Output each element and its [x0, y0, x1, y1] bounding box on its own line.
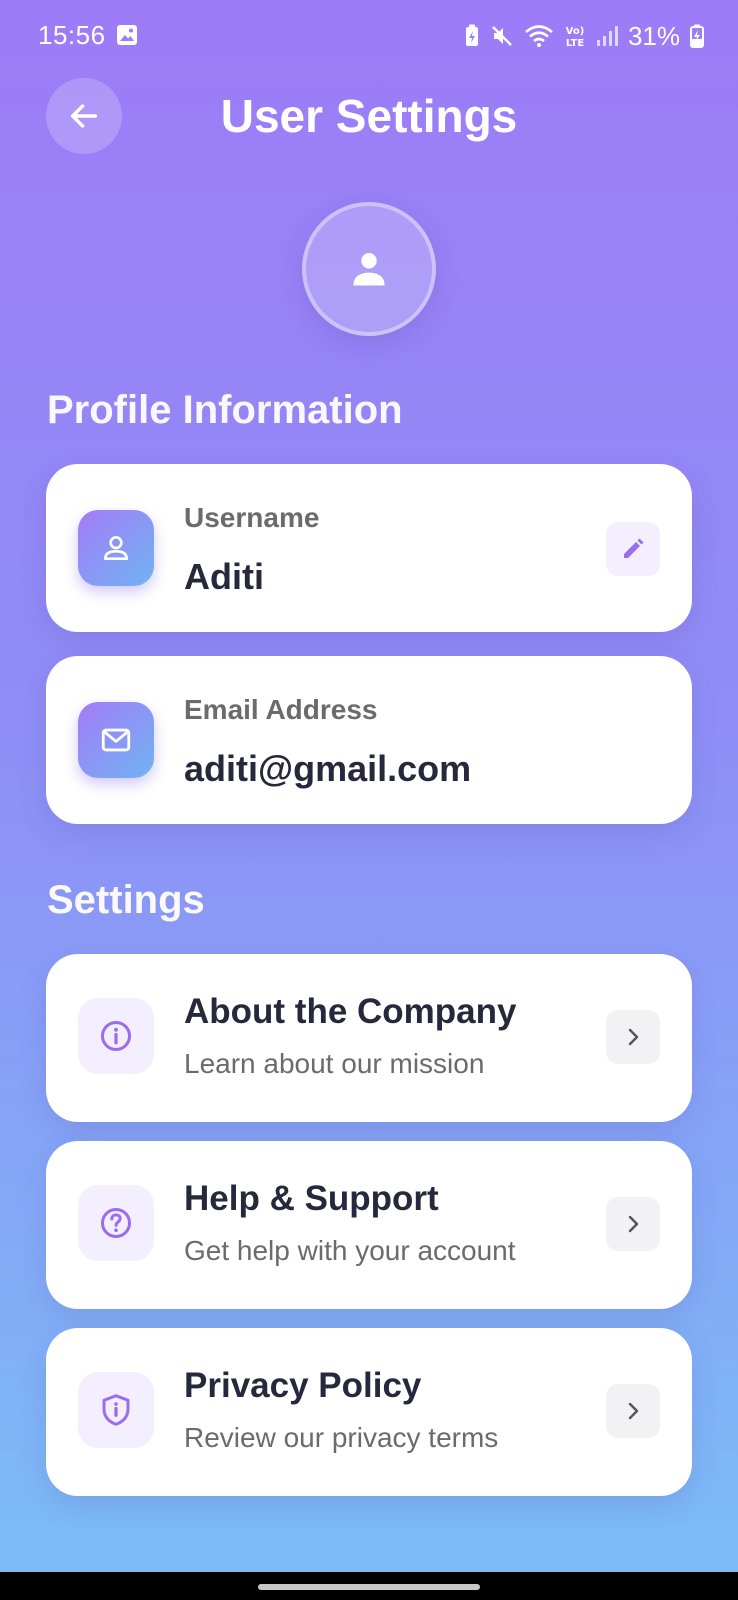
privacy-subtitle: Review our privacy terms — [184, 1422, 499, 1453]
username-value: Aditi — [184, 556, 264, 597]
info-icon — [101, 1021, 131, 1051]
signal-icon — [596, 26, 618, 46]
help-circle-icon — [101, 1208, 131, 1238]
chevron-right-icon — [628, 1402, 639, 1420]
charging-battery-icon — [690, 24, 704, 48]
email-value: aditi@gmail.com — [184, 748, 472, 789]
privacy-icon-tile — [78, 1372, 154, 1448]
edit-username-button[interactable] — [606, 522, 660, 576]
settings-item-about[interactable]: About the Company Learn about our missio… — [46, 954, 692, 1122]
svg-text:Vo): Vo) — [566, 26, 585, 37]
mail-icon — [101, 728, 131, 752]
settings-item-privacy[interactable]: Privacy Policy Review our privacy terms — [46, 1328, 692, 1496]
settings-section-title: Settings — [47, 878, 205, 922]
home-indicator[interactable] — [258, 1584, 480, 1590]
email-label: Email Address — [184, 694, 378, 725]
mute-icon — [492, 26, 512, 46]
shield-info-icon — [102, 1394, 130, 1426]
page-title: User Settings — [220, 90, 518, 142]
help-icon-tile — [78, 1185, 154, 1261]
email-card[interactable]: Email Address aditi@gmail.com — [46, 656, 692, 824]
username-icon-tile — [78, 510, 154, 586]
volte-icon: Vo) LTE — [566, 26, 585, 49]
status-icons: Vo) LTE 31% — [464, 18, 704, 54]
chevron-right-icon — [628, 1028, 639, 1046]
profile-section-title: Profile Information — [47, 388, 403, 432]
app-screen: 15:56 Vo) LTE 31% User Settings Profile … — [0, 0, 738, 1572]
avatar[interactable] — [302, 202, 436, 336]
wifi-icon — [525, 25, 553, 47]
pencil-icon — [624, 538, 644, 558]
help-subtitle: Get help with your account — [184, 1235, 516, 1266]
status-time: 15:56 — [38, 20, 106, 50]
about-title: About the Company — [184, 992, 517, 1031]
chevron-right-icon — [628, 1215, 639, 1233]
about-chevron-button[interactable] — [606, 1010, 660, 1064]
about-subtitle: Learn about our mission — [184, 1048, 485, 1079]
privacy-chevron-button[interactable] — [606, 1384, 660, 1438]
battery-percentage: 31% — [627, 20, 680, 51]
about-icon-tile — [78, 998, 154, 1074]
help-chevron-button[interactable] — [606, 1197, 660, 1251]
username-label: Username — [184, 502, 320, 533]
email-icon-tile — [78, 702, 154, 778]
svg-text:LTE: LTE — [566, 38, 585, 49]
image-icon — [117, 25, 137, 45]
username-card[interactable]: Username Aditi — [46, 464, 692, 632]
help-title: Help & Support — [184, 1179, 439, 1218]
user-icon — [104, 536, 128, 560]
battery-saver-icon — [465, 24, 478, 46]
privacy-title: Privacy Policy — [184, 1366, 422, 1405]
person-icon — [353, 253, 385, 286]
settings-item-help[interactable]: Help & Support Get help with your accoun… — [46, 1141, 692, 1309]
status-bar: 15:56 Vo) LTE 31% — [0, 0, 738, 72]
